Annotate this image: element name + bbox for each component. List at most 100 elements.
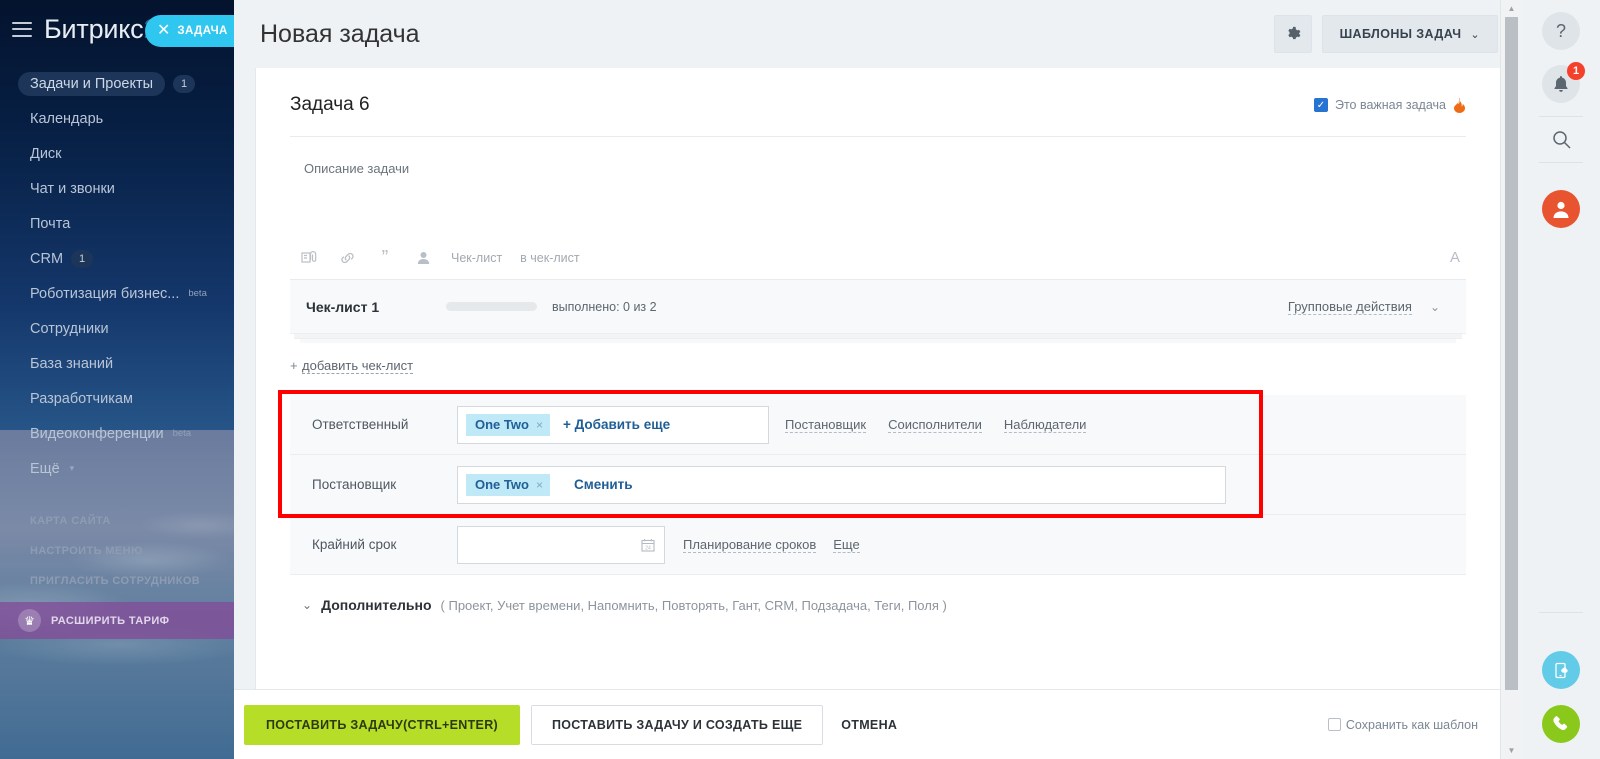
left-sidebar: Битрикс24 ✕ ЗАДАЧА Задачи и Проекты 1 Ка… (0, 0, 234, 759)
sidebar-item-videoconference[interactable]: Видеоконференции beta (0, 416, 234, 451)
search-icon[interactable] (1552, 130, 1571, 149)
sidebar-item-chat[interactable]: Чат и звонки (0, 171, 234, 206)
coexecutors-role-link[interactable]: Соисполнители (888, 417, 982, 433)
help-button[interactable]: ? (1542, 12, 1580, 50)
scroll-down-icon[interactable]: ▼ (1508, 746, 1516, 755)
notifications-badge: 1 (1567, 62, 1585, 80)
responsible-chip[interactable]: One Two × (466, 413, 550, 436)
deadline-planning-link[interactable]: Планирование сроков (683, 537, 817, 553)
open-task-tab[interactable]: ✕ ЗАДАЧА (145, 15, 234, 47)
sidebar-item-developers[interactable]: Разработчикам (0, 381, 234, 416)
save-as-template-checkbox[interactable] (1327, 718, 1341, 731)
deadline-more-link[interactable]: Еще (833, 537, 860, 553)
sidebar-item-tasks[interactable]: Задачи и Проекты 1 (0, 66, 234, 101)
quote-icon[interactable]: ” (366, 243, 404, 273)
sidebar-item-drive[interactable]: Диск (0, 136, 234, 171)
editor-toolbar: ” Чек-лист в чек-лист A (290, 236, 1466, 280)
create-task-button[interactable]: ПОСТАВИТЬ ЗАДАЧУ(CTRL+ENTER) (244, 704, 520, 745)
sidebar-menu: Задачи и Проекты 1 Календарь Диск Чат и … (0, 58, 234, 486)
notifications-button[interactable]: 1 (1542, 62, 1585, 103)
upgrade-plan-label: РАСШИРИТЬ ТАРИФ (51, 614, 170, 627)
upgrade-plan-button[interactable]: ♛ РАСШИРИТЬ ТАРИФ (0, 602, 234, 639)
task-form-scroll-area: Задача 6 ✓ Это важная задача Описание за… (234, 68, 1522, 759)
sidebar-item-label: Ещё (30, 460, 60, 477)
calendar-icon[interactable]: 24 (641, 538, 655, 552)
sidebar-secondary-menu: КАРТА САЙТА НАСТРОИТЬ МЕНЮ ПРИГЛАСИТЬ СО… (0, 506, 234, 639)
group-actions-link[interactable]: Групповые действия (1287, 299, 1412, 315)
sidebar-item-label: Диск (30, 145, 62, 162)
sidebar-item-label: Чат и звонки (30, 180, 115, 197)
right-rail: ? 1 (1522, 0, 1600, 759)
scrollbar-thumb[interactable] (1505, 17, 1518, 690)
page-scrollbar[interactable]: ▲ ▼ (1500, 0, 1522, 759)
scrollbar-track[interactable] (1501, 17, 1522, 759)
sidebar-item-crm[interactable]: CRM 1 (0, 241, 234, 276)
sidebar-item-knowledge-base[interactable]: База знаний (0, 346, 234, 381)
avatar[interactable] (1542, 190, 1580, 228)
mobile-app-button[interactable] (1542, 651, 1580, 689)
creator-chip[interactable]: One Two × (466, 473, 550, 496)
sidebar-item-more[interactable]: Ещё ▾ (0, 451, 234, 486)
task-templates-button[interactable]: ШАБЛОНЫ ЗАДАЧ ⌄ (1321, 15, 1498, 53)
checklist-title[interactable]: Чек-лист 1 (306, 299, 446, 315)
to-checklist-button[interactable]: в чек-лист (511, 251, 588, 265)
save-as-template-toggle[interactable]: Сохранить как шаблон (1327, 718, 1478, 732)
deadline-links: Планирование сроков Еще (683, 537, 860, 553)
important-task-toggle[interactable]: ✓ Это важная задача (1313, 97, 1466, 113)
responsible-chip-name: One Two (475, 417, 529, 432)
deadline-field[interactable]: 24 (457, 525, 665, 564)
question-mark-icon: ? (1555, 20, 1566, 41)
chevron-down-icon[interactable]: ⌄ (1430, 300, 1440, 314)
close-icon[interactable]: ✕ (157, 23, 170, 39)
menu-burger-icon[interactable] (12, 21, 32, 37)
additional-subtitle: ( Проект, Учет времени, Напомнить, Повто… (440, 597, 947, 613)
creator-field[interactable]: One Two × Сменить (457, 465, 1226, 504)
create-task-and-new-button[interactable]: ПОСТАВИТЬ ЗАДАЧУ И СОЗДАТЬ ЕЩЕ (530, 704, 824, 745)
sidebar-item-calendar[interactable]: Календарь (0, 101, 234, 136)
responsible-field[interactable]: One Two × + Добавить еще (457, 405, 769, 444)
phone-call-icon (1552, 715, 1570, 733)
main-content: Новая задача ШАБЛОНЫ ЗАДАЧ ⌄ Задача 6 ✓ … (234, 0, 1522, 759)
chevron-down-icon: ⌄ (1470, 28, 1480, 41)
sidebar-item-invite-employees[interactable]: ПРИГЛАСИТЬ СОТРУДНИКОВ (0, 566, 234, 596)
checklist-block: Чек-лист 1 выполнено: 0 из 2 Групповые д… (290, 280, 1466, 377)
checklist-button[interactable]: Чек-лист (442, 251, 511, 265)
checklist-actions: Групповые действия ⌄ (1287, 299, 1440, 315)
rail-divider (1539, 162, 1583, 163)
deadline-label: Крайний срок (312, 537, 397, 552)
change-creator-link[interactable]: Сменить (574, 477, 633, 492)
sidebar-item-label: Почта (30, 215, 71, 232)
sidebar-item-employees[interactable]: Сотрудники (0, 311, 234, 346)
creator-role-link[interactable]: Постановщик (785, 417, 867, 433)
observers-role-link[interactable]: Наблюдатели (1003, 417, 1087, 433)
link-icon[interactable] (328, 243, 366, 273)
scroll-up-icon[interactable]: ▲ (1508, 0, 1516, 17)
remove-chip-icon[interactable]: × (536, 418, 543, 432)
cancel-button[interactable]: ОТМЕНА (841, 718, 897, 732)
text-formatting-icon[interactable]: A (1450, 249, 1466, 266)
remove-chip-icon[interactable]: × (536, 478, 543, 492)
add-checklist-link[interactable]: добавить чек-лист (302, 358, 414, 374)
sidebar-item-configure-menu[interactable]: НАСТРОИТЬ МЕНЮ (0, 536, 234, 566)
add-checklist-row[interactable]: + добавить чек-лист (290, 343, 1466, 375)
additional-section[interactable]: ⌄ Дополнительно ( Проект, Учет времени, … (290, 575, 1466, 639)
responsible-label: Ответственный (312, 417, 409, 432)
sidebar-item-sitemap[interactable]: КАРТА САЙТА (0, 506, 234, 536)
task-description-input[interactable]: Описание задачи (290, 137, 1466, 176)
important-checkbox[interactable]: ✓ (1313, 98, 1328, 112)
additional-title[interactable]: Дополнительно (321, 597, 431, 613)
creator-row: Постановщик One Two × Сменить (290, 455, 1466, 515)
add-more-responsible-link[interactable]: + Добавить еще (563, 417, 670, 432)
attach-file-icon[interactable] (290, 243, 328, 273)
sidebar-item-mail[interactable]: Почта (0, 206, 234, 241)
task-name-input[interactable]: Задача 6 (290, 94, 370, 116)
creator-chip-name: One Two (475, 477, 529, 492)
task-description-body[interactable] (290, 176, 1466, 236)
sidebar-item-label: Разработчикам (30, 390, 133, 407)
call-button[interactable] (1542, 705, 1580, 743)
settings-button[interactable] (1273, 15, 1312, 53)
sidebar-item-automation[interactable]: Роботизация бизнес... beta (0, 276, 234, 311)
mention-user-icon[interactable] (404, 243, 442, 273)
sidebar-item-label: Видеоконференции (30, 425, 164, 442)
important-task-label: Это важная задача (1334, 98, 1446, 112)
